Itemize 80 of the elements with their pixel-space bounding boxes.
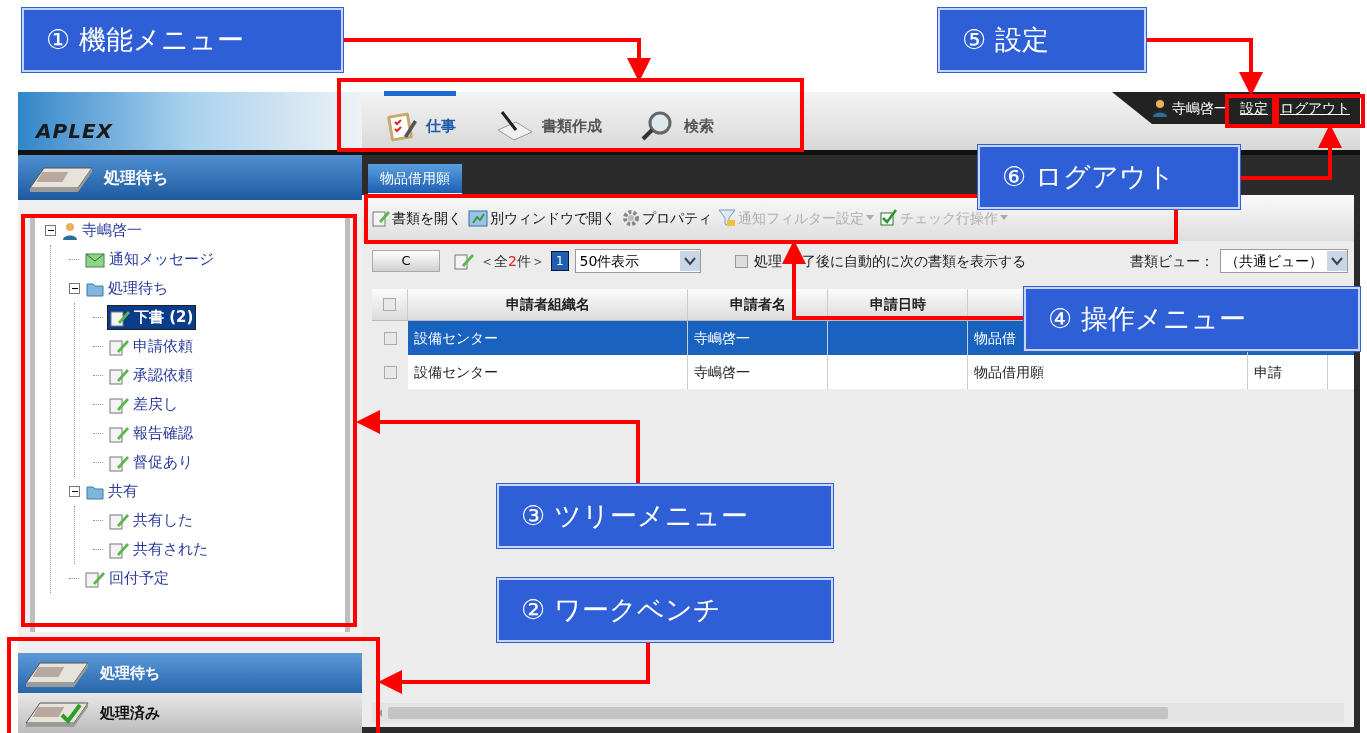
tree-item[interactable]: 共有した [107, 509, 195, 532]
tree-item[interactable]: 共有された [107, 538, 210, 561]
folder-icon [86, 483, 104, 500]
row-checkbox[interactable] [383, 331, 397, 345]
dropdown-icon [1327, 251, 1347, 271]
settings-link[interactable]: 設定 [1240, 97, 1268, 119]
logout-link[interactable]: ログアウト [1280, 97, 1350, 119]
tree-item[interactable]: 下書 (2) [107, 305, 197, 330]
document-pen-icon [85, 569, 105, 588]
header-checkbox[interactable] [383, 298, 396, 311]
nav-tab[interactable]: 仕事 [384, 91, 456, 142]
toolbar-button[interactable]: 別ウィンドウで開く [468, 207, 616, 229]
person-icon [1152, 99, 1168, 117]
table-cell: 寺嶋啓一 [688, 355, 828, 389]
document-pen-icon [109, 366, 129, 385]
document-pen-icon [109, 511, 129, 530]
view-dropdown[interactable]: （共通ビュー） [1220, 249, 1348, 273]
toolbar-button[interactable]: 書類を開く [372, 207, 462, 229]
tree-item[interactable]: 差戻し [107, 393, 180, 416]
tree-item[interactable]: 通知メッセージ [83, 248, 216, 271]
envelope-icon [85, 251, 105, 268]
tree-item[interactable]: 共有 [84, 480, 140, 503]
tree-item[interactable]: 報告確認 [107, 422, 195, 445]
column-header[interactable]: 申請日時 [828, 289, 968, 320]
callout-tooltip: ② ワークベンチ [497, 578, 833, 642]
tree-item[interactable]: 処理待ち [84, 277, 170, 300]
tree-item[interactable]: 回付予定 [83, 567, 171, 590]
caret-icon [1000, 215, 1008, 221]
collapse-icon[interactable] [45, 225, 56, 236]
document-pen-icon [110, 308, 130, 327]
tree-item[interactable]: 申請依頼 [107, 335, 195, 358]
table-cell: 設備センター [408, 355, 688, 389]
checkbox-icon [880, 209, 898, 227]
checkbox-label: 了後に自動的に次の書類を表示する [801, 251, 1026, 271]
panel-switch[interactable]: 処理待ち [18, 653, 362, 693]
person-icon [62, 221, 78, 240]
page-size-dropdown[interactable]: 50件表示 [574, 249, 701, 273]
callout-tooltip: ④ 操作メニュー [1024, 287, 1360, 351]
record-count: ＜全2件＞ [480, 251, 545, 271]
table-cell: 物品借用願 [968, 355, 1248, 389]
document-tab[interactable]: 物品借用願 [368, 164, 462, 195]
gear-icon [622, 209, 640, 227]
collapse-icon[interactable] [69, 486, 80, 497]
table-cell: 申請 [1248, 355, 1328, 389]
panel-switch[interactable]: 処理済み [18, 693, 362, 733]
document-pen-icon [109, 453, 129, 472]
refresh-button[interactable]: C [372, 250, 440, 272]
nav-tab[interactable]: 検索 [640, 96, 714, 142]
collapse-icon[interactable] [69, 283, 80, 294]
row-checkbox[interactable] [383, 365, 397, 379]
toolbar-button[interactable]: プロパティ [622, 207, 712, 229]
column-header[interactable]: 申請者名 [688, 289, 828, 320]
callout-tooltip: ① 機能メニュー [22, 8, 343, 72]
document-pen-icon [109, 337, 129, 356]
window-icon [468, 209, 488, 227]
nav-tab[interactable]: 書類作成 [494, 96, 602, 142]
clipboard-icon [384, 110, 418, 142]
table-row[interactable]: 設備センター 寺嶋啓一 物品借用願 申請 [372, 355, 1354, 389]
callout-tooltip: ③ ツリーメニュー [497, 484, 833, 548]
column-header[interactable]: 申請者組織名 [408, 289, 688, 320]
callout-tooltip: ⑥ ログアウト [978, 145, 1240, 209]
checkbox-label: 処理 [753, 251, 782, 271]
folder-icon [86, 280, 104, 297]
document-pen-icon [454, 252, 474, 270]
caret-icon [866, 215, 874, 221]
logo: APLEX [36, 118, 113, 145]
checkbox[interactable] [734, 254, 748, 268]
document-icon [372, 209, 390, 227]
page-number[interactable]: 1 [550, 251, 569, 271]
funnel-icon [718, 208, 736, 228]
tree-item[interactable]: 寺嶋啓一 [60, 219, 144, 242]
view-label: 書類ビュー： [1130, 251, 1214, 271]
tree-item[interactable]: 督促あり [107, 451, 195, 474]
callout-tooltip: ⑤ 設定 [938, 8, 1146, 72]
panel-title: 処理待ち [104, 166, 168, 189]
document-pen-icon [109, 424, 129, 443]
tree-item[interactable]: 承認依頼 [107, 364, 195, 387]
document-pen-icon [109, 540, 129, 559]
document-pen-icon [109, 395, 129, 414]
dropdown-icon [679, 251, 700, 271]
